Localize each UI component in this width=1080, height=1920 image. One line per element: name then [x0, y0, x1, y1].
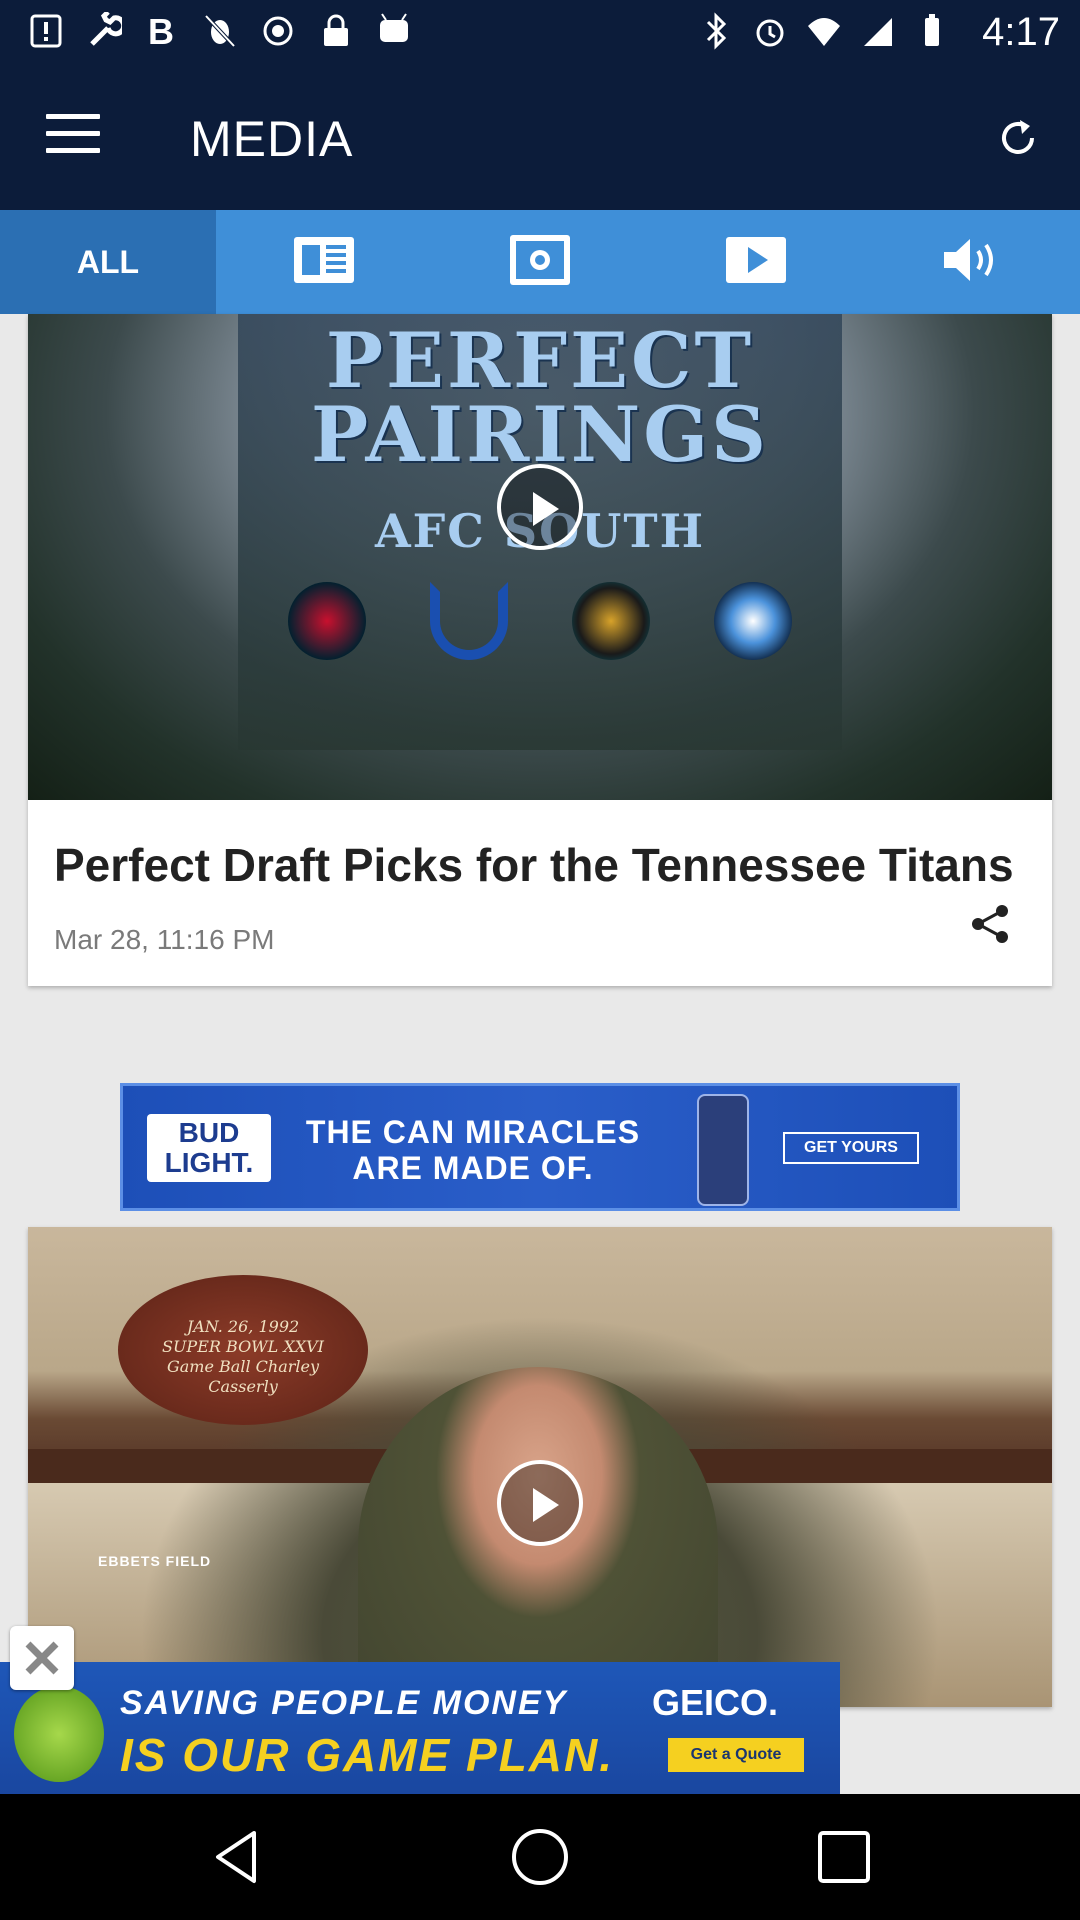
beer-can-icon [697, 1094, 749, 1206]
ad-brand-logo: GEICO. [652, 1682, 779, 1723]
page-title: MEDIA [190, 111, 354, 167]
close-ad-icon[interactable] [10, 1626, 74, 1690]
battery-icon [914, 12, 950, 50]
media-thumbnail[interactable]: PERFECT PAIRINGS AFC SOUTH [28, 314, 1052, 800]
system-icons [698, 12, 950, 50]
back-icon[interactable] [208, 1827, 268, 1887]
hamburger-menu-icon[interactable] [46, 114, 100, 158]
jaguars-logo-icon [572, 582, 650, 660]
card-body: Perfect Draft Picks for the Tennessee Ti… [28, 800, 1052, 986]
bold-b-icon: B [144, 11, 180, 52]
card-title[interactable]: Perfect Draft Picks for the Tennessee Ti… [54, 834, 1026, 896]
get-quote-button[interactable]: Get a Quote [668, 1738, 804, 1772]
bluetooth-icon [698, 12, 734, 50]
tab-audio[interactable] [864, 210, 1080, 314]
refresh-icon[interactable] [990, 110, 1046, 166]
tab-videos[interactable] [648, 210, 864, 314]
svg-text:B: B [148, 12, 174, 50]
thumbnail-headline: PERFECT PAIRINGS [310, 316, 770, 479]
alarm-icon [752, 12, 788, 50]
video-icon [724, 235, 788, 290]
ad-headline: THE CAN MIRACLES ARE MADE OF. [305, 1114, 641, 1186]
media-thumbnail[interactable]: JAN. 26, 1992 SUPER BOWL XXVI Game Ball … [28, 1227, 1052, 1707]
ebbets-field-sign: EBBETS FIELD [98, 1553, 212, 1569]
status-bar: B 4:17 [0, 0, 1080, 62]
home-icon[interactable] [510, 1827, 570, 1887]
card-timestamp: Mar 28, 11:16 PM [54, 924, 275, 955]
texans-logo-icon [288, 582, 366, 660]
android-icon [376, 12, 412, 50]
ad-headline-line-2: IS OUR GAME PLAN. [120, 1729, 615, 1781]
bud-light-ad-banner[interactable]: BUD LIGHT. THE CAN MIRACLES ARE MADE OF.… [120, 1083, 960, 1211]
play-video-icon[interactable] [497, 1460, 583, 1546]
photo-icon [508, 233, 572, 292]
tab-photos[interactable] [432, 210, 648, 314]
gecko-mascot-icon [14, 1686, 104, 1782]
geico-ad-banner[interactable]: SAVING PEOPLE MONEY IS OUR GAME PLAN. GE… [0, 1662, 840, 1794]
ad-cta-button[interactable]: GET YOURS [783, 1132, 919, 1164]
tab-all[interactable]: ALL [0, 210, 216, 328]
notification-icons: B [28, 10, 412, 52]
colts-logo-icon [430, 582, 508, 660]
no-bug-icon [202, 12, 238, 50]
team-logos [238, 582, 842, 660]
ad-brand-logo: BUD LIGHT. [147, 1114, 271, 1182]
wrench-icon [86, 10, 127, 50]
media-filter-tabs: ALL [0, 210, 1080, 328]
notification-alert-icon [28, 12, 64, 50]
wifi-icon [806, 12, 842, 50]
lock-icon [318, 12, 354, 50]
signal-icon [860, 12, 896, 50]
ad-headline-line-1: SAVING PEOPLE MONEY [120, 1684, 568, 1722]
share-icon[interactable] [970, 904, 1010, 944]
tab-articles[interactable] [216, 210, 432, 314]
play-video-icon[interactable] [497, 464, 583, 550]
app-bar: MEDIA [0, 62, 1080, 210]
titans-logo-icon [714, 582, 792, 660]
system-navigation-bar [0, 1794, 1080, 1920]
article-icon [292, 235, 356, 290]
tab-all-label: ALL [76, 243, 140, 280]
media-card[interactable]: JAN. 26, 1992 SUPER BOWL XXVI Game Ball … [28, 1227, 1052, 1707]
media-card[interactable]: PERFECT PAIRINGS AFC SOUTH Perfect Draft… [28, 314, 1052, 986]
audio-icon [940, 235, 1004, 290]
cast-icon [260, 12, 296, 50]
football-inscription: JAN. 26, 1992 SUPER BOWL XXVI Game Ball … [161, 1317, 324, 1396]
clock: 4:17 [982, 10, 1060, 54]
recent-apps-icon[interactable] [814, 1827, 874, 1887]
